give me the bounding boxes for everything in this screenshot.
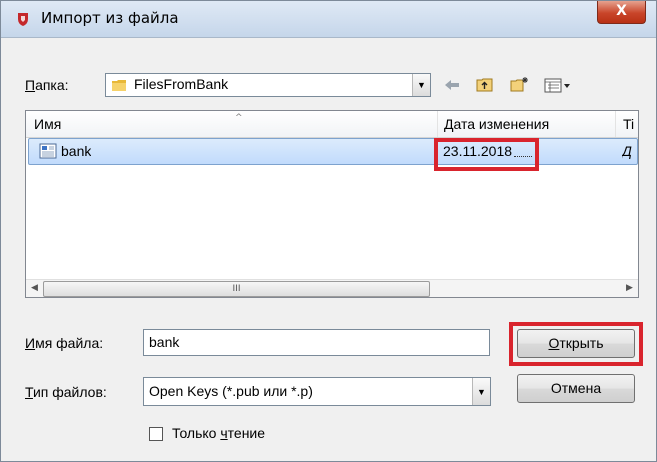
close-button[interactable]: X bbox=[597, 1, 646, 24]
title-bar: Импорт из файла X bbox=[1, 1, 656, 38]
folder-value: FilesFromBank bbox=[134, 76, 229, 92]
file-icon bbox=[39, 143, 57, 159]
scroll-left-icon[interactable]: ◀ bbox=[26, 280, 43, 297]
cancel-button[interactable]: Отмена bbox=[517, 374, 635, 403]
up-folder-icon[interactable] bbox=[475, 76, 495, 94]
column-header-date[interactable]: Дата изменения bbox=[444, 111, 604, 137]
folder-combo[interactable]: FilesFromBank ▼ bbox=[105, 73, 431, 97]
app-icon bbox=[18, 13, 28, 26]
folder-label: Папка: bbox=[25, 77, 69, 93]
filename-label: Имя файла: bbox=[25, 335, 104, 351]
horizontal-scrollbar[interactable]: ◀ III ▶ bbox=[26, 279, 638, 297]
date-highlight-box bbox=[434, 138, 539, 171]
view-menu-icon[interactable] bbox=[543, 76, 573, 94]
new-folder-icon[interactable] bbox=[509, 76, 529, 94]
readonly-label[interactable]: Только чтение bbox=[172, 425, 265, 441]
sort-arrow-icon: ^ bbox=[235, 113, 243, 123]
scroll-thumb[interactable]: III bbox=[43, 281, 430, 297]
column-header-type[interactable]: Ti bbox=[623, 111, 638, 137]
import-dialog: Импорт из файла X Папка: FilesFromBank ▼… bbox=[0, 0, 657, 462]
back-arrow-icon[interactable] bbox=[442, 76, 462, 94]
window-title: Импорт из файла bbox=[41, 9, 179, 27]
open-highlight-box bbox=[509, 322, 643, 366]
file-name: bank bbox=[61, 143, 92, 159]
chevron-down-icon[interactable]: ▼ bbox=[412, 74, 430, 96]
folder-icon bbox=[112, 80, 126, 91]
readonly-checkbox[interactable] bbox=[149, 427, 163, 441]
column-header-name[interactable]: Имя bbox=[34, 111, 434, 137]
chevron-down-icon[interactable]: ▼ bbox=[472, 378, 490, 405]
filetype-label: Тип файлов: bbox=[25, 384, 107, 400]
scroll-right-icon[interactable]: ▶ bbox=[621, 280, 638, 297]
file-list[interactable]: Имя ^ Дата изменения Ti bank 23.11.2018 … bbox=[25, 110, 639, 298]
file-type: Д bbox=[622, 143, 632, 159]
list-header: Имя ^ Дата изменения Ti bbox=[26, 111, 638, 138]
list-item[interactable]: bank 23.11.2018 Д bbox=[28, 138, 638, 165]
filetype-combo[interactable]: Open Keys (*.pub или *.p) ▼ bbox=[143, 377, 491, 406]
close-icon: X bbox=[616, 3, 627, 19]
filename-input[interactable]: bank bbox=[143, 329, 490, 356]
filetype-value: Open Keys (*.pub или *.p) bbox=[149, 383, 313, 399]
